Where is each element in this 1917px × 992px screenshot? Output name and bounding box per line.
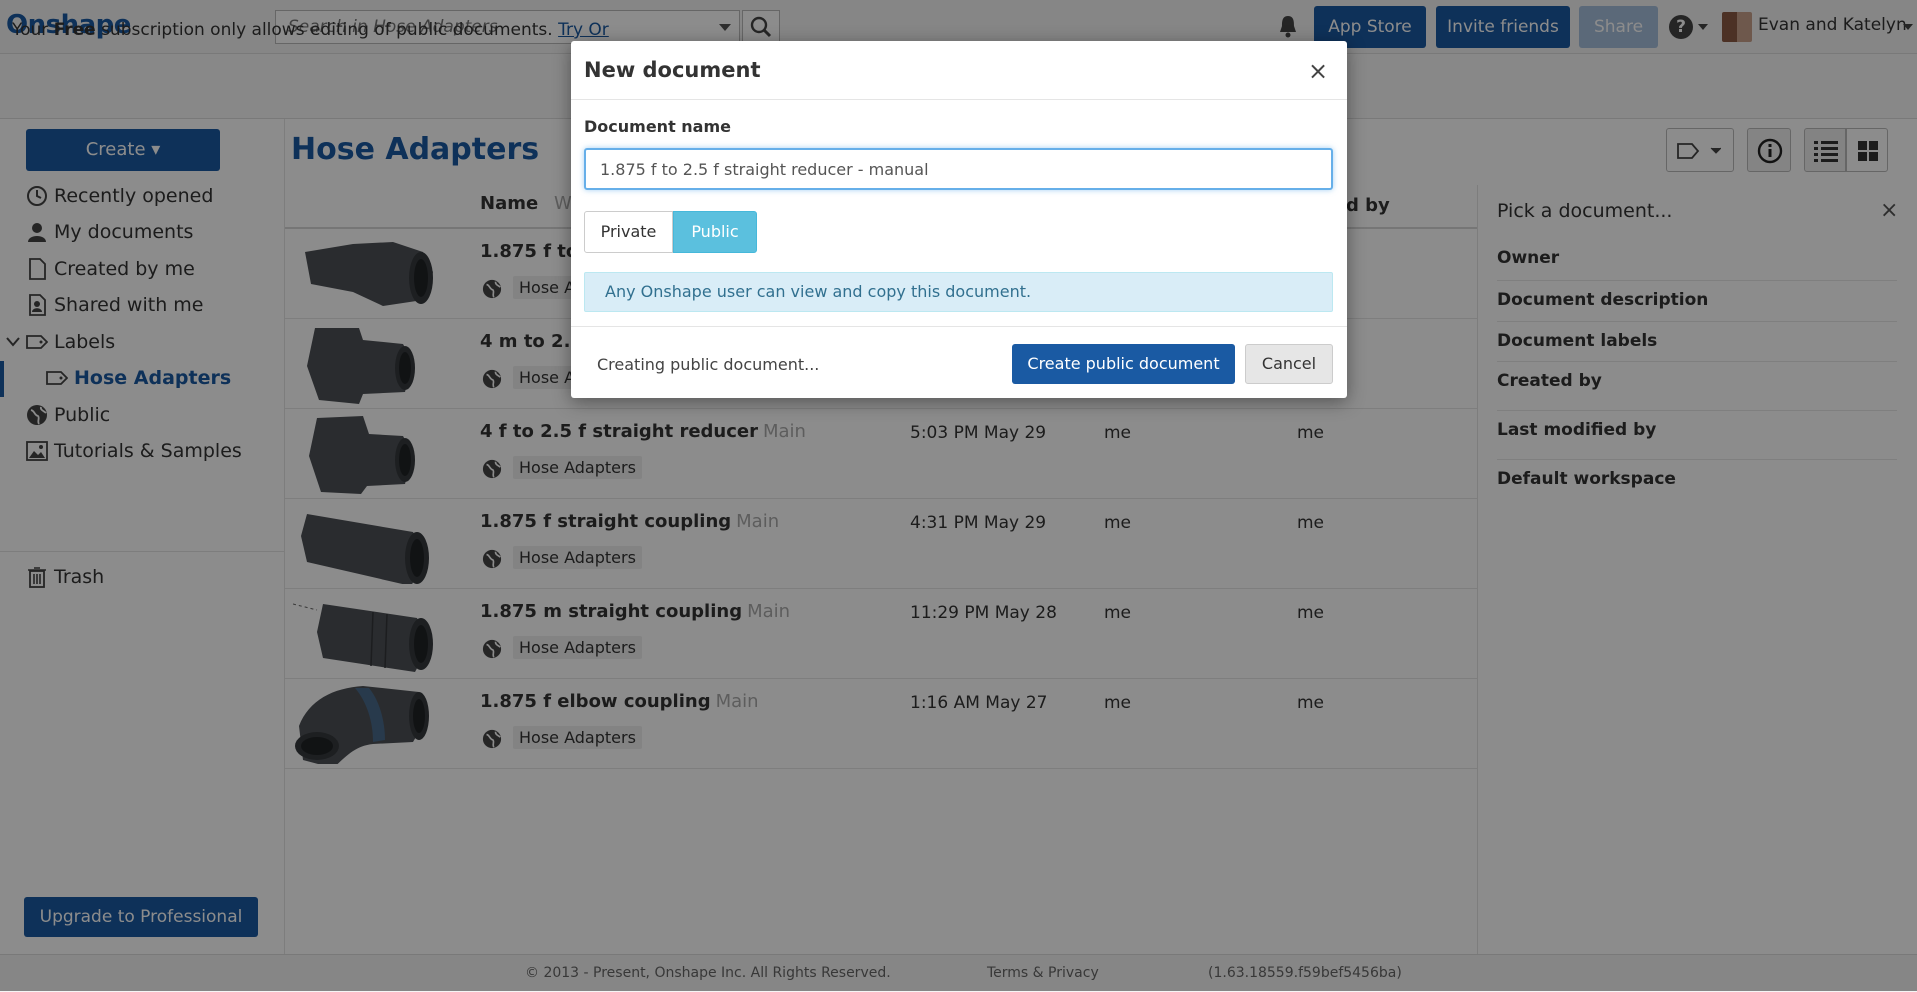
document-name-label: Document name (584, 117, 731, 136)
document-name-input[interactable] (586, 150, 1334, 188)
cancel-button[interactable]: Cancel (1245, 344, 1333, 384)
close-icon[interactable]: × (1308, 57, 1328, 85)
dialog-divider (571, 99, 1347, 100)
document-name-field[interactable] (584, 148, 1334, 190)
public-toggle-button[interactable]: Public (673, 211, 757, 253)
dialog-title: New document (584, 58, 761, 82)
create-public-document-button[interactable]: Create public document (1012, 344, 1235, 384)
creation-status: Creating public document... (597, 355, 820, 374)
new-document-dialog: New document × Document name Private Pub… (571, 41, 1347, 398)
private-toggle-button[interactable]: Private (584, 211, 673, 253)
dialog-divider (571, 326, 1347, 327)
visibility-info-message: Any Onshape user can view and copy this … (584, 272, 1333, 312)
